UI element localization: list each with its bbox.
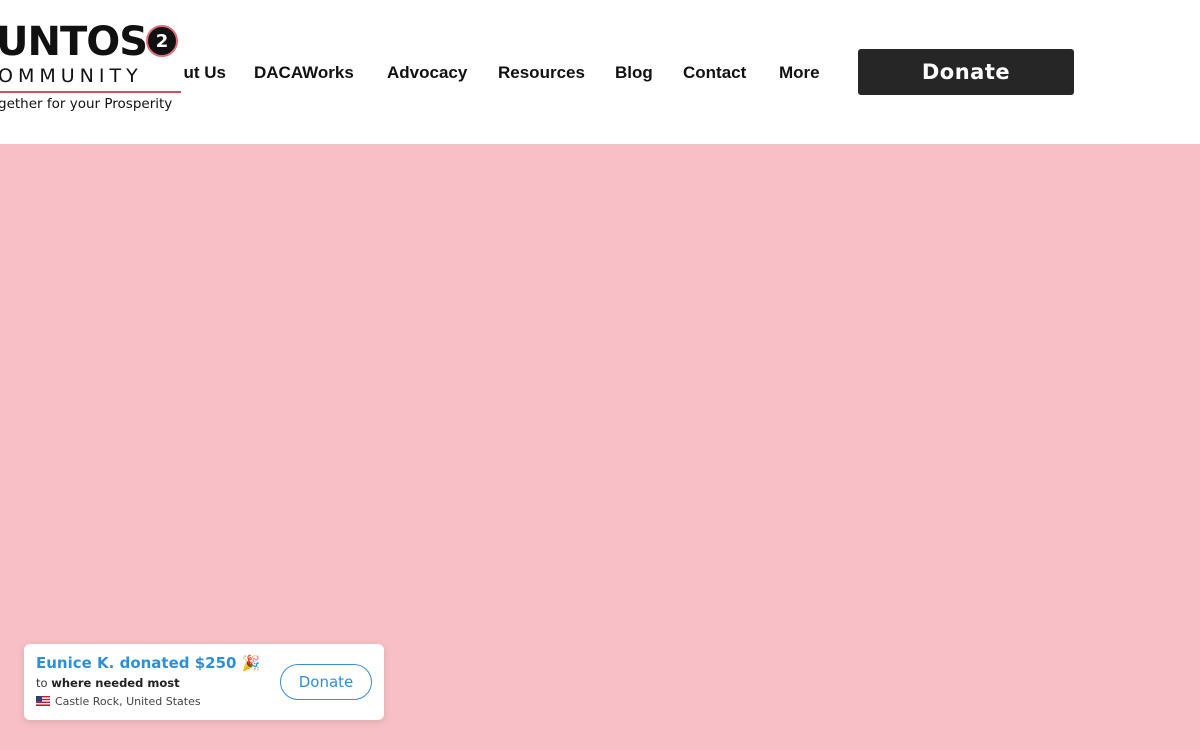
site-header: UNTOS 2 OMMUNITY gether for your Prosper… [0,0,1200,144]
logo-wordmark: UNTOS [0,19,148,65]
logo-badge: 2 [146,25,178,57]
logo-tagline: gether for your Prosperity [0,96,173,112]
donation-notification: Eunice K. donated $250 🎉 to where needed… [24,644,384,720]
logo-divider [0,91,181,93]
donation-title: Eunice K. donated $250 🎉 [36,654,261,672]
donation-target-prefix: to [36,676,48,690]
us-flag-icon [36,696,50,706]
donation-location: Castle Rock, United States [36,694,201,708]
main-nav: ut Us DACAWorks Advocacy Resources Blog … [0,60,840,86]
nav-item-blog[interactable]: Blog [615,60,653,86]
nav-item-about-us[interactable]: ut Us [164,60,227,86]
hero-top-divider [80,144,1120,145]
nav-item-resources[interactable]: Resources [498,60,585,86]
nav-item-advocacy[interactable]: Advocacy [387,60,467,86]
donation-target: to where needed most [36,676,180,690]
header-donate-button[interactable]: Donate [858,49,1074,95]
donation-target-value: where needed most [51,676,180,690]
toast-donate-button[interactable]: Donate [280,664,372,700]
nav-item-dacaworks[interactable]: DACAWorks [254,60,354,86]
nav-item-contact[interactable]: Contact [683,60,746,86]
donation-location-text: Castle Rock, United States [55,694,201,708]
nav-item-more[interactable]: More [779,60,820,86]
